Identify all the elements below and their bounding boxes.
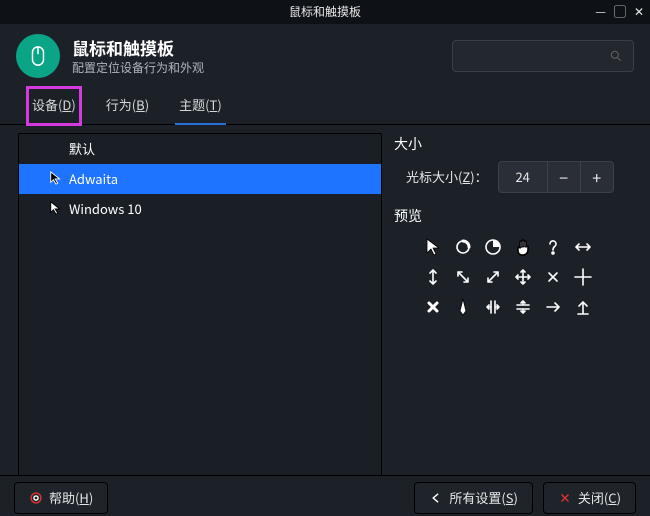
cursor-busy-icon — [448, 232, 478, 262]
search-icon — [609, 49, 623, 63]
tab-devices[interactable]: 设备(D) — [28, 88, 80, 124]
cursor-resize-row-icon — [508, 292, 538, 322]
close-button[interactable]: 关闭(C) — [543, 482, 636, 514]
cursor-size-stepper[interactable]: 24 − + — [498, 161, 614, 193]
help-button[interactable]: 帮助(H) — [14, 482, 108, 514]
cursor-preview-grid — [418, 232, 632, 322]
header: 鼠标和触摸板 配置定位设备行为和外观 — [0, 24, 650, 88]
size-heading: 大小 — [394, 135, 632, 155]
cursor-move-icon — [508, 262, 538, 292]
decrement-button[interactable]: − — [547, 162, 580, 192]
minimize-button[interactable]: — — [595, 4, 606, 21]
list-item-label: 默认 — [69, 140, 95, 158]
theme-list[interactable]: 默认 Adwaita Windows 10 — [18, 133, 382, 477]
cursor-deny-icon — [418, 292, 448, 322]
arrow-left-icon — [429, 491, 443, 505]
cursor-hand-icon — [508, 232, 538, 262]
header-titles: 鼠标和触摸板 配置定位设备行为和外观 — [72, 36, 204, 77]
tab-theme[interactable]: 主题(T) — [175, 88, 226, 124]
close-window-button[interactable]: ✕ — [634, 4, 644, 21]
cursor-resize-col-icon — [478, 292, 508, 322]
cursor-pen-icon — [448, 292, 478, 322]
right-pane: 大小 光标大小(Z)： 24 − + 预览 — [394, 133, 632, 477]
tabs: 设备(D) 行为(B) 主题(T) — [0, 88, 650, 125]
maximize-button[interactable]: ▢ — [614, 4, 626, 21]
list-item[interactable]: Adwaita — [19, 164, 381, 194]
footer: 帮助(H) 所有设置(S) 关闭(C) — [0, 475, 650, 516]
cursor-resize-nesw-icon — [478, 262, 508, 292]
window-controls: — ▢ ✕ — [595, 0, 644, 24]
page-title: 鼠标和触摸板 — [72, 36, 204, 60]
cursor-up-icon — [568, 292, 598, 322]
list-item[interactable]: 默认 — [19, 134, 381, 164]
list-item-label: Windows 10 — [69, 200, 142, 218]
cursor-not-allowed-icon — [538, 262, 568, 292]
cursor-arrow-icon — [418, 232, 448, 262]
close-icon — [558, 491, 572, 505]
cursor-icon — [49, 201, 63, 215]
cursor-resize-ns-icon — [418, 262, 448, 292]
body: 默认 Adwaita Windows 10 大小 光标大小(Z)： 24 − +… — [0, 125, 650, 477]
list-item[interactable]: Windows 10 — [19, 194, 381, 224]
search-input[interactable] — [452, 40, 634, 72]
cursor-size-label: 光标大小(Z)： — [406, 168, 488, 186]
preview-heading: 预览 — [394, 207, 632, 227]
cursor-resize-ew-icon — [568, 232, 598, 262]
increment-button[interactable]: + — [580, 162, 613, 192]
tab-behavior[interactable]: 行为(B) — [102, 88, 153, 124]
mouse-icon — [16, 34, 60, 78]
lifebuoy-icon — [29, 491, 43, 505]
cursor-right-icon — [538, 292, 568, 322]
cursor-resize-nwse-icon — [448, 262, 478, 292]
cursor-progress-icon — [478, 232, 508, 262]
page-subtitle: 配置定位设备行为和外观 — [72, 60, 204, 77]
list-item-label: Adwaita — [69, 170, 118, 188]
window-title: 鼠标和触摸板 — [289, 4, 361, 21]
titlebar: 鼠标和触摸板 — ▢ ✕ — [0, 0, 650, 24]
cursor-crosshair-icon — [568, 262, 598, 292]
cursor-icon — [49, 171, 63, 185]
cursor-help-icon — [538, 232, 568, 262]
cursor-size-value: 24 — [499, 168, 547, 186]
all-settings-button[interactable]: 所有设置(S) — [414, 482, 533, 514]
